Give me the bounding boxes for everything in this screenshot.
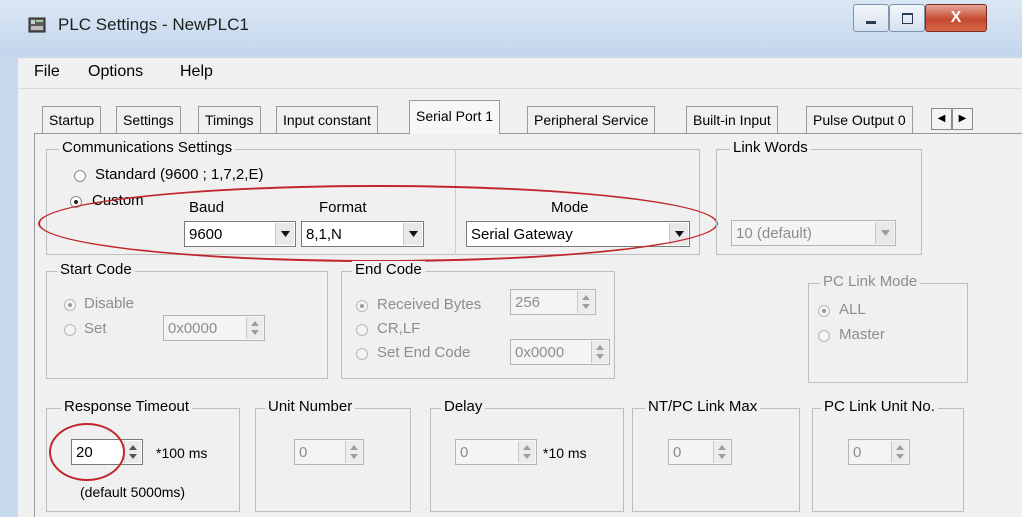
spin-arrows-icon[interactable] (577, 291, 594, 313)
start-code-value: 0x0000 (168, 320, 218, 337)
start-code-disable-radio[interactable] (64, 299, 76, 311)
pc-link-all-radio[interactable] (818, 305, 830, 317)
received-bytes-label: Received Bytes (377, 296, 482, 313)
tab-startup[interactable]: Startup (42, 106, 102, 133)
standard-label: Standard (9600 ; 1,7,2,E) (95, 166, 264, 183)
pc-link-all-label: ALL (839, 301, 866, 318)
delay-stepper[interactable]: 0 (455, 439, 537, 465)
standard-radio[interactable] (74, 170, 86, 182)
tab-scroll-left-button[interactable]: ◀ (931, 108, 952, 130)
spin-arrows-icon[interactable] (246, 317, 263, 339)
received-bytes-value: 256 (515, 294, 541, 311)
pc-link-master-label: Master (839, 326, 885, 343)
baud-label: Baud (189, 199, 225, 216)
mode-label: Mode (551, 199, 589, 216)
pc-link-unit-no-label: PC Link Unit No. (821, 398, 938, 415)
delay-unit: *10 ms (543, 445, 587, 461)
spin-arrows-icon[interactable] (124, 441, 141, 463)
tab-built-in-input[interactable]: Built-in Input (686, 106, 778, 133)
format-value: 8,1,N (306, 226, 342, 243)
minimize-icon (866, 20, 876, 24)
received-bytes-stepper[interactable]: 256 (510, 289, 596, 315)
unit-number-value: 0 (299, 444, 308, 461)
title-bar[interactable]: PLC Settings - NewPLC1 X (0, 0, 1022, 56)
start-code-set-radio[interactable] (64, 324, 76, 336)
spin-arrows-icon[interactable] (518, 441, 535, 463)
minimize-button[interactable] (853, 4, 889, 32)
chevron-right-icon: ▶ (958, 113, 967, 124)
tab-scroll-right-button[interactable]: ▶ (952, 108, 973, 130)
response-timeout-note: (default 5000ms) (80, 484, 186, 500)
response-timeout-value: 20 (76, 444, 93, 461)
chevron-down-icon[interactable] (875, 222, 894, 244)
format-select[interactable]: 8,1,N (301, 221, 424, 247)
crlf-label: CR,LF (377, 320, 421, 337)
tab-pulse-output-0[interactable]: Pulse Output 0 (806, 106, 913, 133)
menu-file[interactable]: File (34, 63, 60, 81)
mode-value: Serial Gateway (471, 226, 573, 243)
set-end-code-stepper[interactable]: 0x0000 (510, 339, 610, 365)
pc-link-unit-no-value: 0 (853, 444, 862, 461)
unit-number-label: Unit Number (265, 398, 356, 415)
chevron-down-icon[interactable] (275, 223, 294, 245)
crlf-radio[interactable] (356, 324, 368, 336)
tab-timings[interactable]: Timings (198, 106, 261, 133)
nt-pc-link-max-label: NT/PC Link Max (645, 398, 761, 415)
delay-value: 0 (460, 444, 469, 461)
maximize-icon (901, 12, 913, 24)
response-timeout-unit: *100 ms (156, 445, 208, 461)
link-words-select[interactable]: 10 (default) (731, 220, 896, 246)
close-button[interactable]: X (925, 4, 987, 32)
maximize-button[interactable] (889, 4, 925, 32)
chevron-down-icon[interactable] (403, 223, 422, 245)
custom-label: Custom (92, 192, 144, 209)
link-words-value: 10 (default) (736, 225, 812, 242)
nt-pc-link-max-stepper[interactable]: 0 (668, 439, 732, 465)
spin-arrows-icon[interactable] (891, 441, 908, 463)
spin-arrows-icon[interactable] (345, 441, 362, 463)
nt-pc-link-max-value: 0 (673, 444, 682, 461)
delay-label: Delay (441, 398, 486, 415)
menu-help[interactable]: Help (180, 63, 213, 81)
start-code-disable-label: Disable (84, 295, 135, 312)
communications-settings-label: Communications Settings (59, 139, 236, 156)
start-code-set-label: Set (84, 320, 107, 337)
tab-input-constant[interactable]: Input constant (276, 106, 378, 133)
custom-radio[interactable] (70, 196, 82, 208)
close-icon: X (950, 9, 962, 26)
set-end-code-value: 0x0000 (515, 344, 565, 361)
mode-select[interactable]: Serial Gateway (466, 221, 690, 247)
baud-value: 9600 (189, 226, 223, 243)
start-code-value-stepper[interactable]: 0x0000 (163, 315, 265, 341)
pc-link-unit-no-stepper[interactable]: 0 (848, 439, 910, 465)
tab-serial-port-1[interactable]: Serial Port 1 (409, 100, 501, 134)
response-timeout-stepper[interactable]: 20 (71, 439, 143, 465)
chevron-left-icon: ◀ (937, 113, 946, 124)
menu-options[interactable]: Options (88, 63, 143, 81)
unit-number-stepper[interactable]: 0 (294, 439, 364, 465)
pc-link-mode-group (808, 283, 968, 383)
end-code-label: End Code (352, 261, 425, 278)
tab-settings[interactable]: Settings (116, 106, 181, 133)
pc-link-mode-label: PC Link Mode (820, 273, 921, 290)
mode-divider (455, 149, 456, 255)
format-label: Format (319, 199, 367, 216)
set-end-code-radio[interactable] (356, 348, 368, 360)
link-words-label: Link Words (730, 139, 811, 156)
received-bytes-radio[interactable] (356, 300, 368, 312)
tab-peripheral-service[interactable]: Peripheral Service (527, 106, 656, 133)
baud-select[interactable]: 9600 (184, 221, 296, 247)
spin-arrows-icon[interactable] (713, 441, 730, 463)
start-code-label: Start Code (57, 261, 135, 278)
spin-arrows-icon[interactable] (591, 341, 608, 363)
chevron-down-icon[interactable] (669, 223, 688, 245)
pc-link-master-radio[interactable] (818, 330, 830, 342)
plc-icon (28, 17, 46, 33)
response-timeout-label: Response Timeout (61, 398, 193, 415)
menu-bar: File Options Help (18, 58, 1022, 89)
window-title: PLC Settings - NewPLC1 (58, 15, 249, 34)
set-end-code-label: Set End Code (377, 344, 471, 361)
